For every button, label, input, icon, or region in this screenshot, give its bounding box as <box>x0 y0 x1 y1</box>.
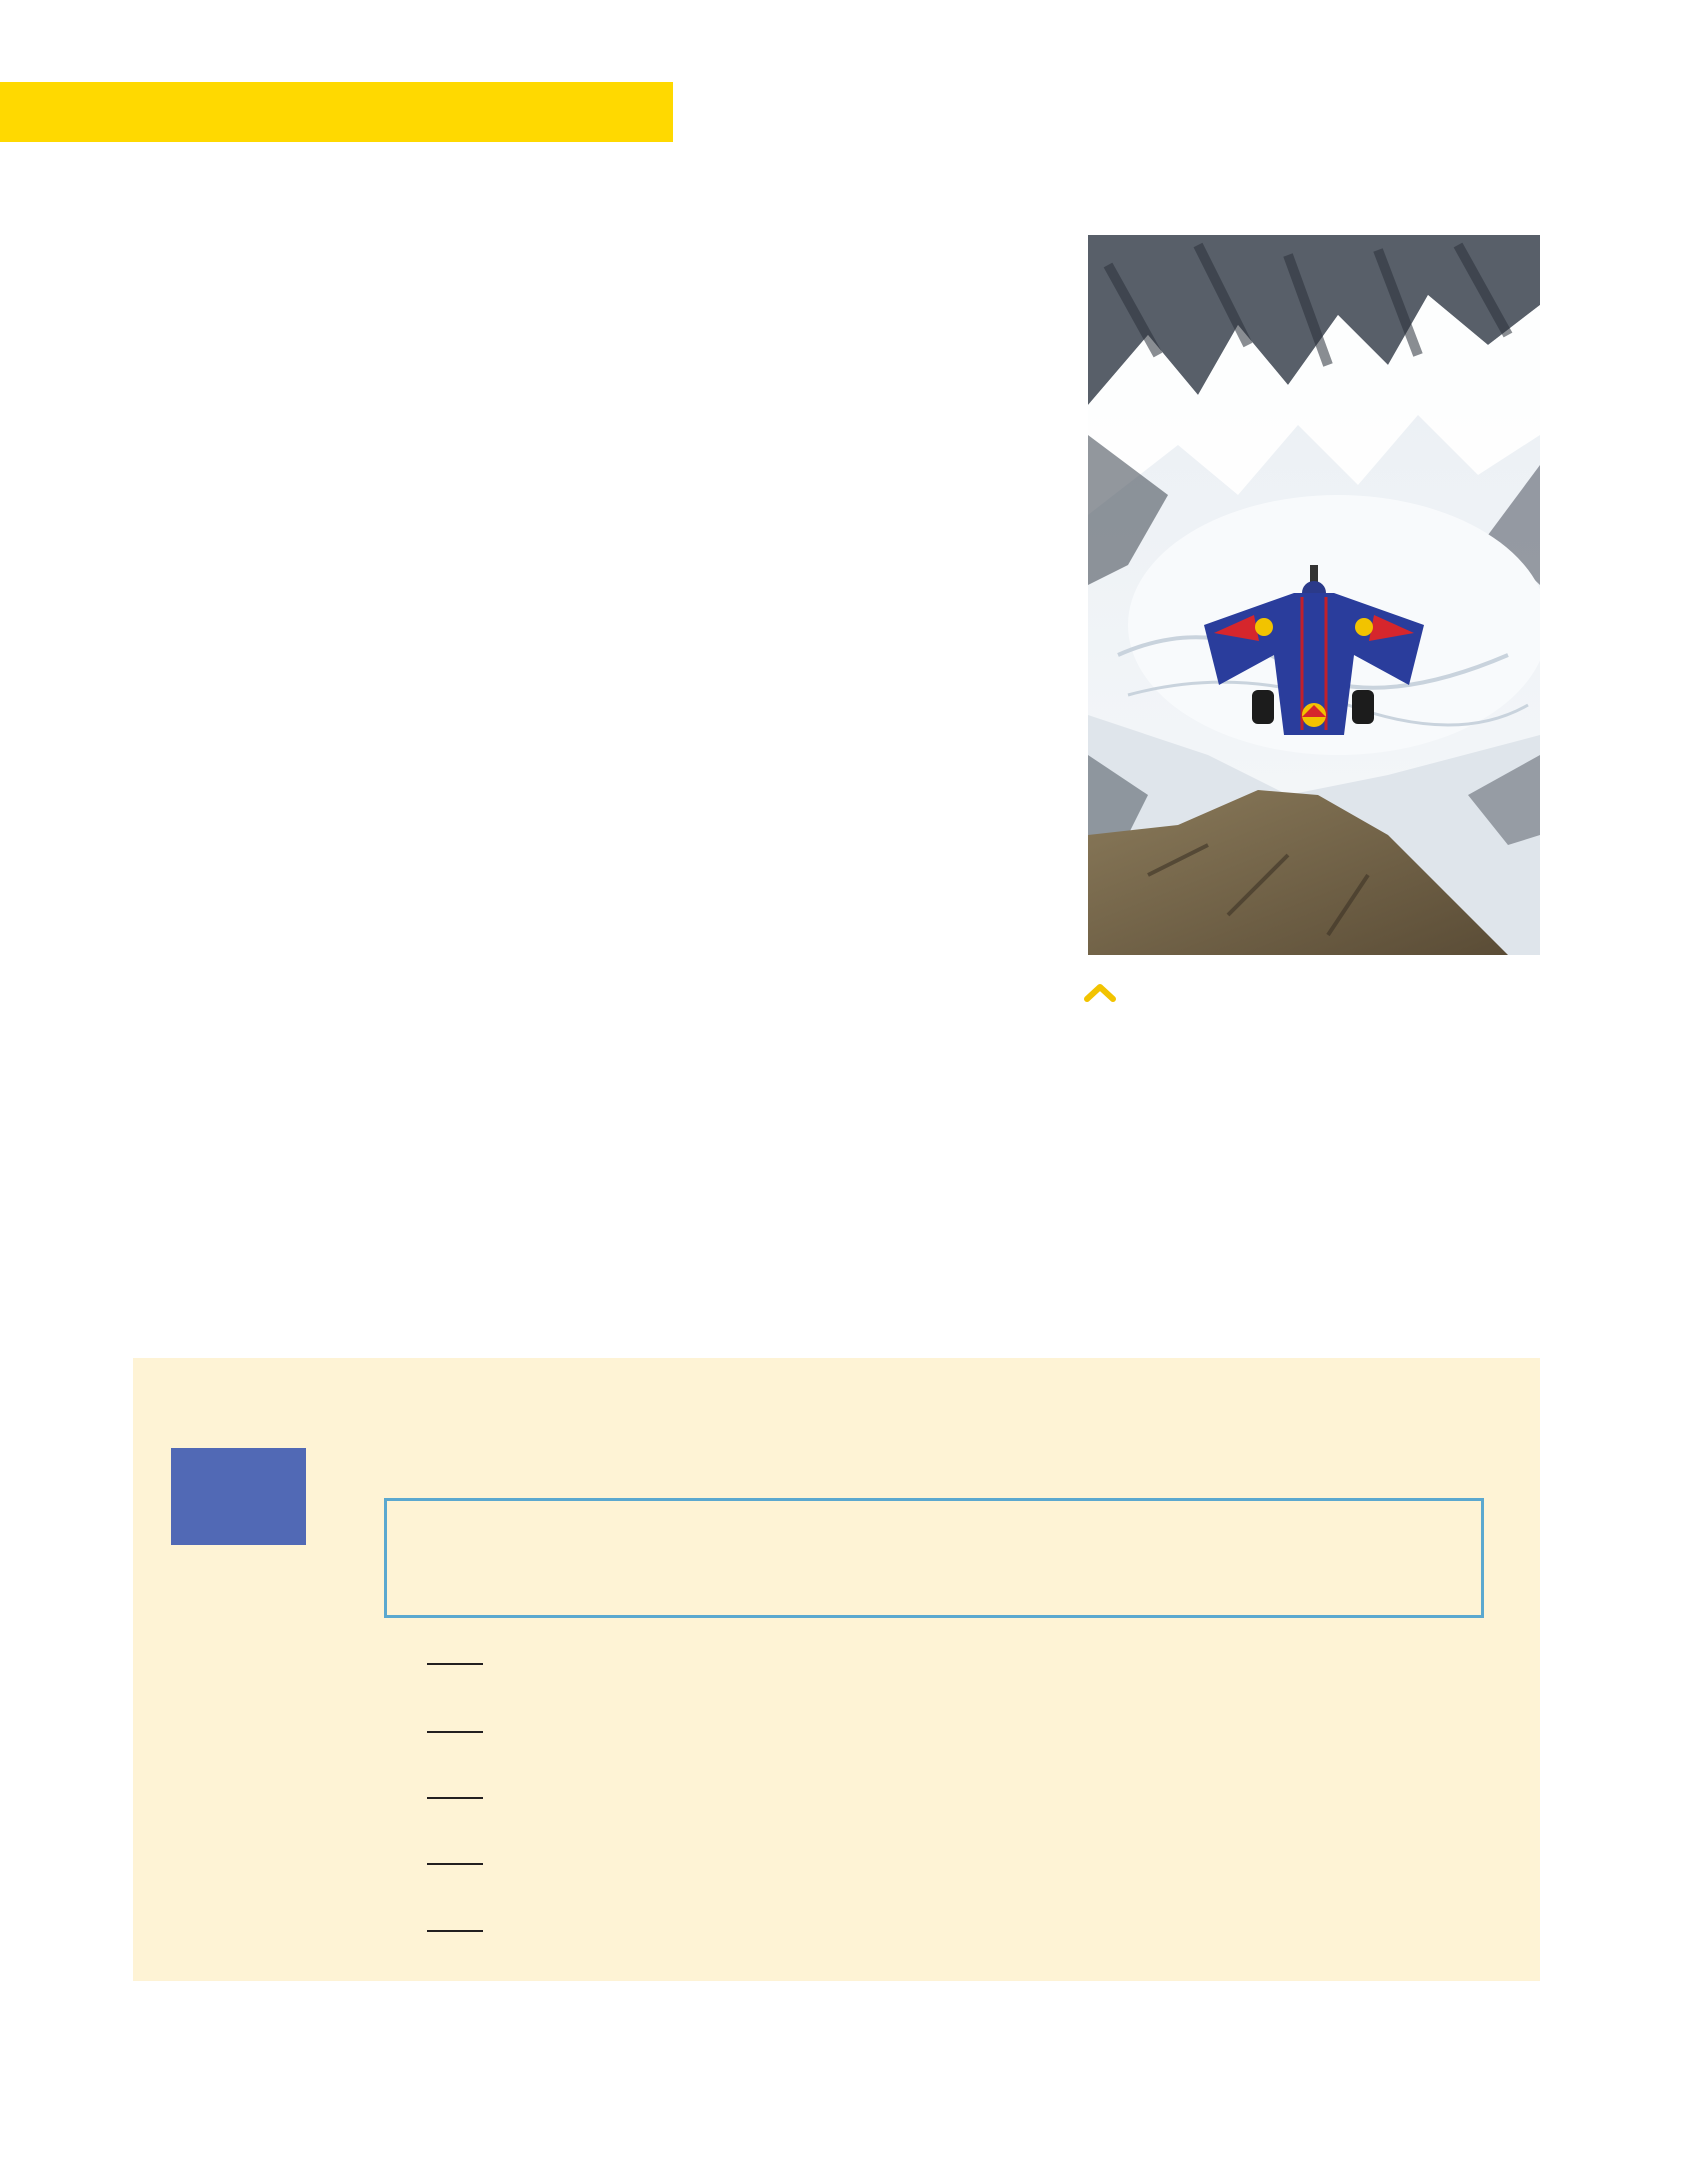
wingsuit-photo <box>1088 235 1540 955</box>
answer-blank-2[interactable] <box>427 1731 483 1733</box>
exercise-number-square <box>171 1448 306 1545</box>
answer-blank-5[interactable] <box>427 1930 483 1932</box>
activity-panel <box>133 1358 1540 1981</box>
answer-blank-4[interactable] <box>427 1863 483 1865</box>
chevron-up-icon <box>1084 984 1116 1002</box>
answer-blank-3[interactable] <box>427 1797 483 1799</box>
section-header-bar <box>0 82 673 142</box>
word-box <box>384 1498 1484 1618</box>
answer-blank-1[interactable] <box>427 1663 483 1665</box>
